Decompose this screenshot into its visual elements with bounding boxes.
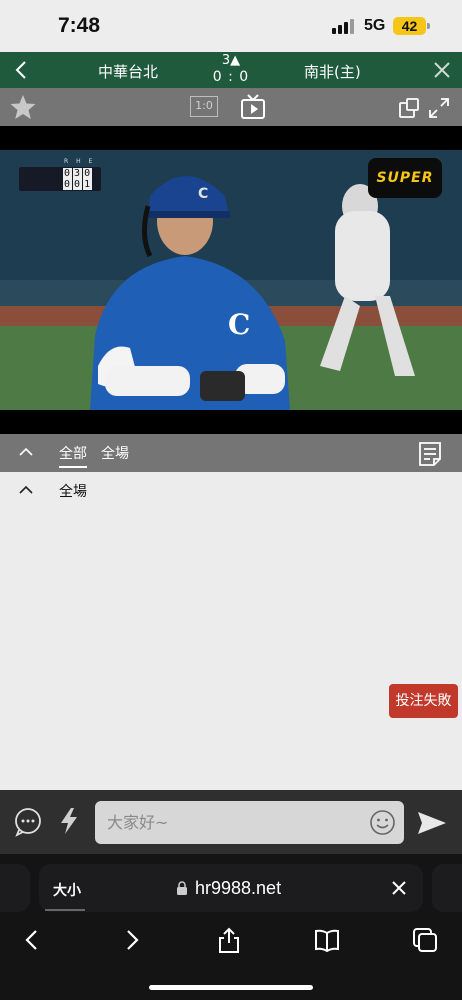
video-toolbar: 1:0: [0, 88, 462, 126]
tabs-icon[interactable]: [411, 926, 439, 954]
scoreboard-home-line: 001: [63, 179, 93, 190]
bet-slip-icon[interactable]: [417, 440, 443, 468]
tab-full-game[interactable]: 全場: [101, 443, 129, 463]
match-score: 0 : 0: [212, 69, 250, 85]
home-errors: 1: [83, 179, 93, 190]
emoji-icon[interactable]: [369, 809, 396, 836]
clear-url-icon[interactable]: [390, 879, 408, 897]
signal-icon: [332, 18, 356, 34]
broadcaster-logo: SUPER: [368, 158, 442, 198]
scoreboard-header: R H E: [64, 158, 96, 165]
lock-icon: [177, 881, 187, 895]
lightning-icon[interactable]: [58, 806, 80, 836]
away-runs: 0: [63, 168, 73, 179]
text-size-button[interactable]: 大小: [53, 880, 81, 900]
scoreboard-away-line: 030: [63, 168, 93, 179]
browser-forward-icon[interactable]: [118, 926, 146, 954]
home-hits: 0: [73, 179, 83, 190]
battery-icon: [427, 23, 430, 29]
next-tab-card[interactable]: [432, 864, 462, 912]
home-indicator[interactable]: [149, 985, 313, 990]
away-team-name: 南非(主): [304, 63, 361, 81]
url-text[interactable]: hr9988.net: [195, 878, 281, 899]
battery-level: 42: [393, 17, 426, 35]
close-icon[interactable]: [430, 58, 454, 82]
favorite-star-icon[interactable]: [9, 93, 37, 121]
section-chevron-up-icon[interactable]: [18, 484, 34, 496]
svg-text:C: C: [228, 308, 250, 341]
match-header: 中華台北 3▲ 0 : 0 南非(主): [0, 52, 462, 88]
status-time: 7:48: [58, 14, 101, 37]
bet-failed-badge[interactable]: 投注失敗: [389, 684, 458, 718]
tab-all[interactable]: 全部: [59, 443, 87, 468]
network-type: 5G: [364, 17, 386, 34]
bookmarks-icon[interactable]: [313, 926, 341, 954]
svg-text:C: C: [198, 186, 208, 202]
market-content: 全場 投注失敗: [0, 472, 462, 790]
video-player[interactable]: C C R H E 030 001 SUPER: [0, 126, 462, 434]
browser-chrome: 大小 hr9988.net: [0, 854, 462, 1000]
home-runs: 0: [63, 179, 73, 190]
text-size-underline: [45, 909, 85, 911]
chat-bubble-icon[interactable]: [13, 807, 43, 837]
share-icon[interactable]: [215, 926, 243, 954]
status-bar: 7:48 5G 42: [0, 0, 462, 52]
browser-back-icon[interactable]: [18, 926, 46, 954]
chat-bar: [0, 790, 462, 854]
inning-indicator: 3▲: [221, 53, 241, 68]
tv-icon[interactable]: [240, 93, 266, 121]
score-ratio-button[interactable]: 1:0: [190, 96, 218, 117]
previous-tab-card[interactable]: [0, 864, 30, 912]
section-full-game-title[interactable]: 全場: [59, 481, 87, 501]
broadcast-scoreboard: R H E 030 001: [19, 158, 101, 191]
away-hits: 3: [73, 168, 83, 179]
fullscreen-icon[interactable]: [428, 97, 450, 119]
send-icon[interactable]: [416, 810, 448, 836]
collapse-chevron-up-icon[interactable]: [18, 446, 34, 458]
picture-in-picture-icon[interactable]: [398, 97, 420, 119]
away-errors: 0: [83, 168, 93, 179]
chat-input[interactable]: [95, 801, 404, 844]
market-tabs-bar: 全部 全場: [0, 434, 462, 472]
